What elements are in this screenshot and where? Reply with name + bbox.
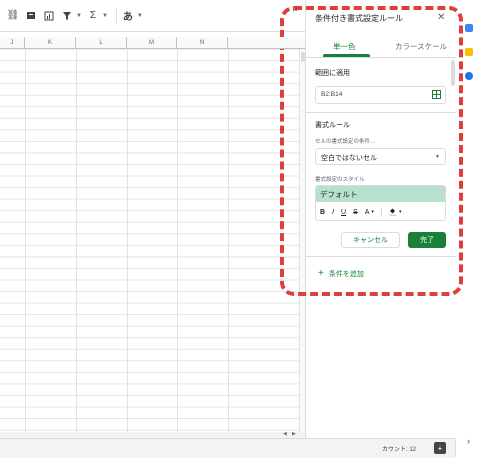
underline-button[interactable]: U	[341, 209, 346, 216]
dropdown-caret-icon: ▼	[435, 154, 440, 160]
toolbar: ⛓ ▼ Σ ▼ あ ▼ ⌃	[0, 0, 305, 32]
tab-color-scale[interactable]: カラースケール	[395, 41, 447, 52]
panel-scrollbar[interactable]	[451, 60, 455, 86]
column-header-row: J K L M N	[0, 37, 305, 49]
explore-icon[interactable]: +	[434, 442, 446, 454]
format-style-box: デフォルト B I U S A ▾ ▾	[315, 185, 446, 221]
sigma-icon[interactable]: Σ	[86, 9, 100, 23]
filter-icon[interactable]	[60, 9, 74, 23]
scroll-left-icon[interactable]: ◀	[283, 431, 287, 437]
column-header[interactable]: M	[127, 37, 177, 48]
condition-select[interactable]: 空白ではないセル ▼	[315, 148, 446, 165]
format-toolbar: B I U S A ▾ ▾	[316, 203, 445, 220]
close-icon[interactable]: ✕	[437, 12, 445, 23]
column-header[interactable]: N	[177, 37, 228, 48]
column-header[interactable]: L	[76, 37, 127, 48]
fill-color-dropdown-icon[interactable]: ▾	[399, 209, 402, 215]
panel-title: 条件付き書式設定ルール	[315, 14, 403, 23]
active-tab-indicator	[323, 54, 370, 57]
add-condition-button[interactable]: + 条件を追加	[318, 268, 364, 279]
style-label: 書式設定のスタイル	[315, 177, 365, 183]
italic-button[interactable]: I	[332, 209, 334, 216]
condition-label: セルの書式設定の条件…	[315, 139, 376, 145]
functions-dropdown-icon[interactable]: ▼	[102, 13, 108, 19]
chevron-up-icon[interactable]: ⌃	[291, 8, 299, 19]
text-color-dropdown-icon[interactable]: ▾	[371, 209, 374, 215]
tab-single-color[interactable]: 単一色	[333, 41, 356, 52]
strikethrough-button[interactable]: S	[353, 209, 358, 216]
grid-lines	[0, 48, 305, 432]
selection-count[interactable]: カウント: 12	[382, 444, 416, 453]
side-panel-strip: ›	[455, 0, 482, 457]
plus-icon: +	[318, 268, 324, 279]
status-bar: カウント: 12 +	[0, 438, 455, 458]
text-color-button[interactable]: A	[365, 209, 370, 216]
comment-icon[interactable]	[24, 9, 38, 23]
format-rules-label: 書式ルール	[315, 122, 350, 129]
tasks-icon[interactable]	[465, 72, 473, 80]
chevron-right-icon[interactable]: ›	[467, 436, 470, 446]
add-condition-label: 条件を追加	[328, 270, 364, 278]
conditional-format-panel: 条件付き書式設定ルール ✕ 単一色 カラースケール 範囲に適用 B2:B14 書…	[305, 0, 456, 438]
toolbar-divider	[115, 8, 117, 23]
column-header[interactable]: J	[0, 37, 25, 48]
select-range-icon[interactable]	[432, 90, 441, 99]
tab-bar: 単一色 カラースケール	[306, 35, 456, 58]
calendar-icon[interactable]	[465, 24, 473, 32]
apply-range-label: 範囲に適用	[315, 70, 350, 77]
cancel-button[interactable]: キャンセル	[341, 232, 400, 248]
input-tools-dropdown-icon[interactable]: ▼	[137, 13, 143, 19]
scroll-right-icon[interactable]: ▶	[292, 431, 296, 437]
done-button[interactable]: 完了	[408, 232, 446, 248]
column-header[interactable]	[228, 37, 305, 48]
range-input[interactable]: B2:B14	[315, 86, 446, 104]
section-divider	[306, 112, 456, 113]
section-divider	[306, 256, 456, 257]
filter-dropdown-icon[interactable]: ▼	[76, 13, 82, 19]
keep-icon[interactable]	[465, 48, 473, 56]
format-divider	[380, 207, 382, 217]
fill-color-icon[interactable]	[388, 207, 397, 218]
chart-icon[interactable]	[42, 9, 56, 23]
condition-value: 空白ではないセル	[321, 155, 377, 162]
bold-button[interactable]: B	[320, 209, 325, 216]
style-preview-label: デフォルト	[320, 190, 358, 199]
column-header[interactable]: K	[25, 37, 76, 48]
range-value: B2:B14	[321, 91, 343, 98]
link-icon[interactable]: ⛓	[6, 9, 20, 23]
style-preview[interactable]: デフォルト	[316, 186, 445, 202]
input-tools-icon[interactable]: あ	[121, 9, 135, 23]
